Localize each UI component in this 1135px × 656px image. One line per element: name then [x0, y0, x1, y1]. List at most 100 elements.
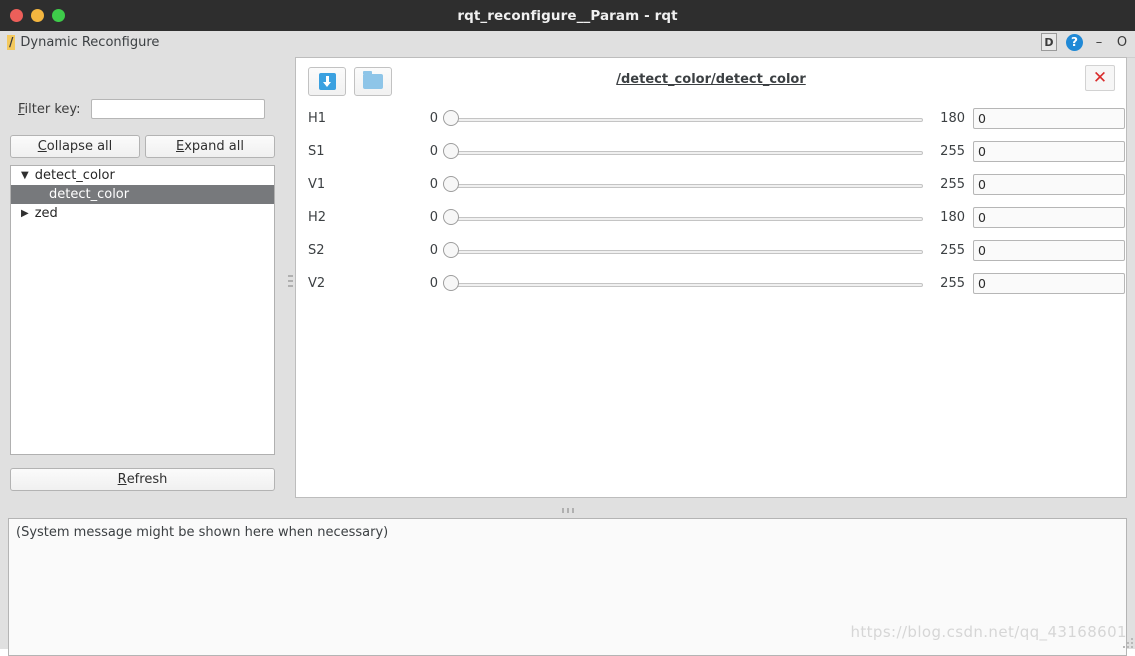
parameter-toolbar: /detect_color/detect_color ✕ [296, 58, 1126, 102]
param-max-label: 255 [940, 144, 965, 159]
refresh-label: efresh [126, 472, 168, 487]
param-row: V2 0 255 [296, 267, 1126, 300]
minimize-window-button[interactable] [31, 9, 44, 22]
param-min-label: 0 [429, 243, 438, 258]
param-min-label: 0 [429, 276, 438, 291]
vertical-splitter[interactable] [285, 57, 295, 504]
param-max-label: 180 [940, 210, 965, 225]
param-slider[interactable] [443, 175, 923, 195]
slider-handle[interactable] [443, 109, 459, 126]
expand-all-mnemonic: E [176, 139, 185, 154]
slider-handle[interactable] [443, 241, 459, 258]
param-row: S1 0 255 [296, 135, 1126, 168]
param-min-label: 0 [429, 111, 438, 126]
dock-icon[interactable]: D [1041, 33, 1057, 51]
param-name-label: S2 [308, 243, 325, 258]
close-window-button[interactable] [10, 9, 23, 22]
param-name-label: H1 [308, 111, 327, 126]
tree-controls: Collapse all Expand all [10, 135, 275, 158]
param-value-input[interactable] [973, 108, 1125, 129]
splitter-grip-icon [561, 507, 574, 513]
chevron-down-icon[interactable]: ▼ [21, 170, 29, 181]
param-value-input[interactable] [973, 141, 1125, 162]
slider-track [451, 183, 923, 188]
param-min-label: 0 [429, 144, 438, 159]
slider-track [451, 117, 923, 122]
param-value-input[interactable] [973, 174, 1125, 195]
window-titlebar: rqt_reconfigure__Param - rqt [0, 0, 1135, 31]
refresh-mnemonic: R [117, 472, 127, 487]
param-slider[interactable] [443, 241, 923, 261]
param-value-input[interactable] [973, 240, 1125, 261]
parameter-pane: /detect_color/detect_color ✕ H1 0 180 S1 0 25… [295, 57, 1127, 498]
collapse-all-button[interactable]: Collapse all [10, 135, 140, 158]
node-selector-pane: Filter key: Collapse all Expand all ▼ det… [0, 57, 285, 504]
slider-handle[interactable] [443, 208, 459, 225]
parameter-rows: H1 0 180 S1 0 255 V1 0 255 H2 0 180 S2 0 255 V2 0 255 [296, 102, 1126, 300]
close-node-button[interactable]: ✕ [1085, 65, 1115, 91]
param-row: S2 0 255 [296, 234, 1126, 267]
slider-track [451, 249, 923, 254]
param-max-label: 255 [940, 177, 965, 192]
plugin-title: / Dynamic Reconfigure [7, 35, 159, 50]
help-icon[interactable]: ? [1066, 33, 1083, 51]
splitter-grip-icon [287, 274, 293, 287]
param-row: H1 0 180 [296, 102, 1126, 135]
tree-item-zed[interactable]: ▶ zed [11, 204, 274, 223]
filter-key-text: ilter key: [24, 101, 81, 117]
slider-handle[interactable] [443, 175, 459, 192]
tree-item-label: detect_color [49, 187, 130, 202]
param-max-label: 180 [940, 111, 965, 126]
plugin-header-controls[interactable]: D ? – O [1041, 33, 1129, 51]
param-value-input[interactable] [973, 273, 1125, 294]
param-slider[interactable] [443, 274, 923, 294]
namespace-badge-icon: / [7, 35, 16, 50]
slider-handle[interactable] [443, 142, 459, 159]
node-path-link[interactable]: /detect_color/detect_color [296, 72, 1126, 87]
param-name-label: S1 [308, 144, 325, 159]
window-controls[interactable] [10, 0, 65, 31]
param-name-label: V1 [308, 177, 326, 192]
node-tree[interactable]: ▼ detect_color detect_color ▶ zed [10, 165, 275, 455]
slider-track [451, 216, 923, 221]
tree-item-label: detect_color [34, 168, 115, 183]
chevron-right-icon[interactable]: ▶ [21, 208, 29, 219]
plugin-header-bar: / Dynamic Reconfigure D ? – O [0, 31, 1135, 58]
tree-item-detect_color-child[interactable]: detect_color [11, 185, 274, 204]
collapse-all-mnemonic: C [37, 139, 47, 154]
minimize-icon[interactable]: – [1092, 35, 1106, 50]
param-name-label: V2 [308, 276, 326, 291]
param-max-label: 255 [940, 243, 965, 258]
param-slider[interactable] [443, 208, 923, 228]
param-row: V1 0 255 [296, 168, 1126, 201]
param-row: H2 0 180 [296, 201, 1126, 234]
param-slider[interactable] [443, 109, 923, 129]
filter-key-label: Filter key: [18, 102, 81, 117]
slider-track [451, 150, 923, 155]
param-name-label: H2 [308, 210, 327, 225]
param-min-label: 0 [429, 210, 438, 225]
collapse-all-label: ollapse all [46, 139, 113, 154]
float-icon[interactable]: O [1115, 35, 1129, 50]
application-body: / Dynamic Reconfigure D ? – O Filter key… [0, 31, 1135, 656]
refresh-button[interactable]: Refresh [10, 468, 275, 491]
system-message-console[interactable]: (System message might be shown here when… [8, 518, 1127, 656]
param-value-input[interactable] [973, 207, 1125, 228]
maximize-window-button[interactable] [52, 9, 65, 22]
param-slider[interactable] [443, 142, 923, 162]
expand-all-label: xpand all [184, 139, 244, 154]
filter-row: Filter key: [18, 99, 265, 119]
horizontal-splitter[interactable] [0, 504, 1135, 516]
tree-item-label: zed [34, 206, 58, 221]
slider-handle[interactable] [443, 274, 459, 291]
param-min-label: 0 [429, 177, 438, 192]
param-max-label: 255 [940, 276, 965, 291]
resize-grip-icon[interactable] [1121, 636, 1133, 648]
plugin-title-label: Dynamic Reconfigure [20, 35, 160, 50]
system-message-text: (System message might be shown here when… [16, 525, 389, 540]
expand-all-button[interactable]: Expand all [145, 135, 275, 158]
slider-track [451, 282, 923, 287]
window-title: rqt_reconfigure__Param - rqt [457, 7, 678, 24]
filter-key-input[interactable] [90, 99, 265, 119]
tree-item-detect_color[interactable]: ▼ detect_color [11, 166, 274, 185]
